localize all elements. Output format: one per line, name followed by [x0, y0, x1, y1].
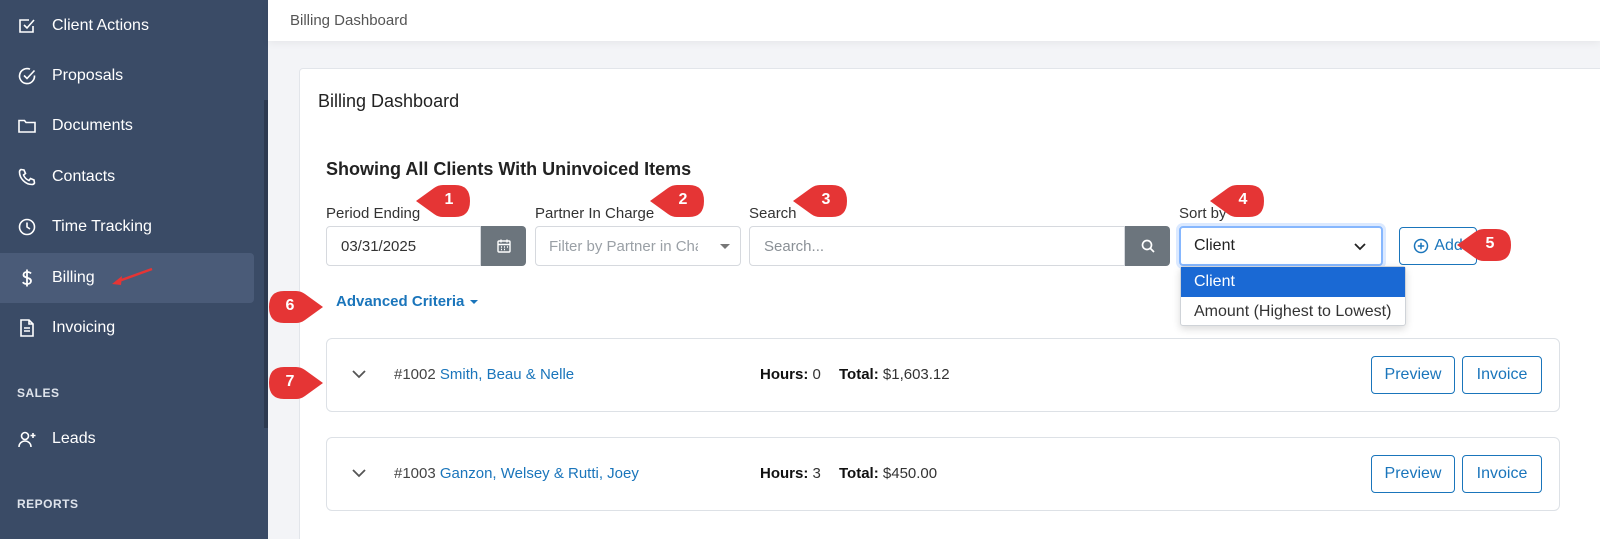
annotation-marker-2: 2 [648, 184, 706, 218]
sidebar-item-label: Proposals [52, 67, 124, 84]
search-input[interactable]: Search... [749, 226, 1125, 266]
breadcrumb: Billing Dashboard [290, 12, 408, 29]
client-link[interactable]: Smith, Beau & Nelle [440, 366, 574, 383]
calendar-button[interactable] [481, 226, 526, 266]
total-value: Total: $1,603.12 [839, 366, 950, 383]
sidebar-item-client-actions[interactable]: Client Actions [0, 1, 254, 51]
search-button[interactable] [1125, 226, 1170, 266]
sidebar-item-label: Leads [52, 430, 96, 447]
invoice-button[interactable]: Invoice [1462, 356, 1542, 394]
advanced-criteria-label: Advanced Criteria [336, 293, 465, 310]
client-link[interactable]: Ganzon, Welsey & Rutti, Joey [440, 465, 639, 482]
invoice-button[interactable]: Invoice [1462, 455, 1542, 493]
period-ending-value: 03/31/2025 [341, 237, 417, 255]
advanced-criteria-toggle[interactable]: Advanced Criteria [336, 293, 479, 310]
clock-icon [17, 217, 37, 237]
caret-down-icon [720, 244, 730, 249]
sort-dropdown: Client Amount (Highest to Lowest) [1180, 266, 1406, 326]
folder-icon [17, 116, 37, 136]
sidebar-item-label: Client Actions [52, 17, 149, 34]
annotation-marker-6: 6 [267, 290, 325, 324]
sidebar-item-contacts[interactable]: Contacts [0, 152, 254, 202]
partner-select[interactable]: Filter by Partner in Charge [535, 226, 741, 266]
billing-card: Billing Dashboard Showing All Clients Wi… [299, 68, 1600, 539]
caret-down-icon [470, 299, 479, 304]
sidebar-item-proposals[interactable]: Proposals [0, 51, 254, 101]
client-id: #1002 Smith, Beau & Nelle [394, 366, 575, 383]
sort-select[interactable]: Client [1179, 226, 1383, 266]
hours-value: Hours: 3 [760, 465, 821, 482]
user-plus-icon [17, 429, 37, 449]
section-label-sales: SALES [17, 386, 60, 400]
sidebar-item-documents[interactable]: Documents [0, 101, 254, 151]
period-ending-label: Period Ending [326, 205, 421, 222]
partner-placeholder: Filter by Partner in Charge [549, 237, 725, 255]
annotation-marker-5: 5 [1455, 228, 1513, 262]
sidebar-item-label: Contacts [52, 168, 116, 185]
client-row: #1003 Ganzon, Welsey & Rutti, Joey Hours… [326, 437, 1560, 511]
sort-option-client[interactable]: Client [1181, 267, 1405, 297]
sidebar-item-leads[interactable]: Leads [0, 414, 254, 464]
sort-selected-value: Client [1194, 237, 1235, 254]
checkbox-icon [17, 16, 37, 36]
annotation-marker-4: 4 [1208, 184, 1266, 218]
chevron-down-icon [1354, 243, 1366, 251]
chevron-down-icon[interactable] [351, 366, 367, 382]
sidebar-item-label: Time Tracking [52, 218, 152, 235]
search-label: Search [749, 205, 797, 222]
dollar-icon [17, 268, 37, 288]
calendar-icon [496, 239, 511, 253]
hours-value: Hours: 0 [760, 366, 821, 383]
sidebar-item-time-tracking[interactable]: Time Tracking [0, 202, 254, 252]
sidebar-item-label: Invoicing [52, 319, 116, 336]
annotation-marker-7: 7 [267, 366, 325, 400]
section-label-reports: REPORTS [17, 497, 79, 511]
phone-icon [17, 167, 37, 187]
search-placeholder: Search... [764, 237, 825, 255]
check-circle-icon [17, 66, 37, 86]
annotation-marker-1: 1 [414, 184, 472, 218]
search-icon [1141, 239, 1155, 253]
client-row: #1002 Smith, Beau & Nelle Hours: 0 Total… [326, 338, 1560, 412]
total-value: Total: $450.00 [839, 465, 938, 482]
document-icon [17, 318, 37, 338]
sidebar-item-label: Billing [52, 269, 95, 286]
client-id: #1003 Ganzon, Welsey & Rutti, Joey [394, 465, 639, 482]
period-ending-input[interactable]: 03/31/2025 [326, 226, 481, 266]
annotation-marker-3: 3 [791, 184, 849, 218]
preview-button[interactable]: Preview [1371, 356, 1455, 394]
preview-button[interactable]: Preview [1371, 455, 1455, 493]
sidebar-item-label: Documents [52, 117, 133, 134]
page-heading: Showing All Clients With Uninvoiced Item… [326, 159, 692, 179]
card-title: Billing Dashboard [318, 91, 460, 111]
plus-circle-icon [1414, 238, 1429, 254]
sidebar-item-invoicing[interactable]: Invoicing [0, 303, 254, 353]
partner-label: Partner In Charge [535, 205, 655, 222]
chevron-down-icon[interactable] [351, 465, 367, 481]
annotation-arrow-icon [112, 267, 153, 285]
topbar: Billing Dashboard [268, 0, 1600, 41]
sort-option-amount[interactable]: Amount (Highest to Lowest) [1181, 297, 1405, 327]
